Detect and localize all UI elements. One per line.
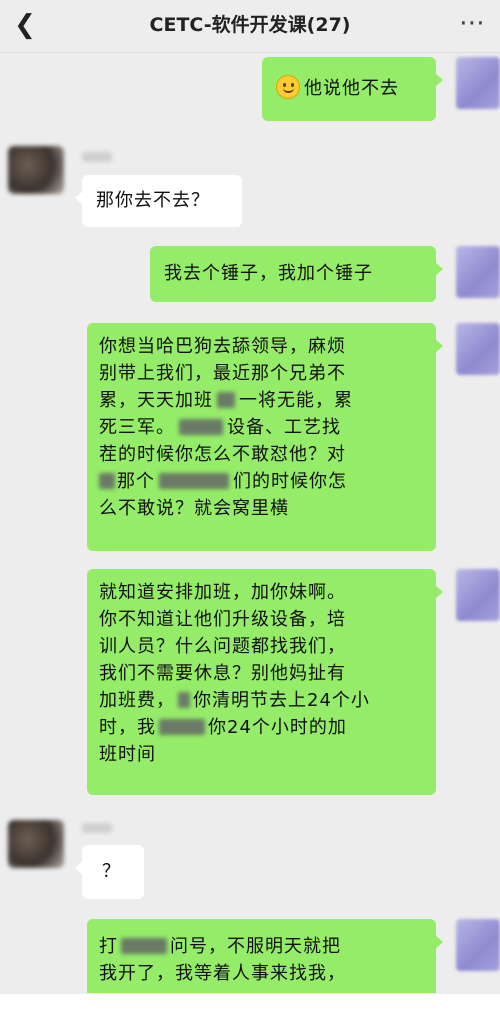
message-line: 那个 们的时候你怎	[99, 468, 428, 495]
message-line: 我开了，我等着人事来找我，	[99, 963, 346, 984]
more-dots-icon[interactable]: ⋯	[459, 8, 486, 38]
message-line: 加班费， 你清明节去上24个小	[99, 690, 370, 711]
message-line: 就知道安排加班，加你妹啊。	[99, 582, 346, 603]
message-line: 累，天天加班 一将无能，累	[99, 390, 353, 411]
message-bubble-outgoing[interactable]: 打问号，不服明天就把 我开了，我等着人事来找我，	[87, 919, 443, 993]
censored-text	[99, 473, 115, 489]
message-bubble-outgoing[interactable]: 你想当哈巴狗去舔领导，麻烦 别带上我们，最近那个兄弟不 累，天天加班 一将无能，累…	[87, 323, 443, 551]
message-line: 死三军。 设备、工艺找	[99, 417, 341, 438]
message-bubble-outgoing[interactable]: 就知道安排加班，加你妹啊。 你不知道让他们升级设备，培 训人员？什么问题都找我们…	[87, 569, 443, 795]
avatar[interactable]	[456, 919, 500, 971]
avatar[interactable]	[8, 146, 64, 194]
message-text: 他说他不去	[304, 78, 399, 99]
censored-text	[217, 392, 235, 408]
message-bubble-incoming[interactable]: 那你去不去？	[75, 175, 242, 227]
message-line: 你不知道让他们升级设备，培	[99, 609, 346, 630]
message-line: 时，我 你24个小时的加	[99, 717, 347, 738]
avatar[interactable]	[8, 820, 64, 868]
message-bubble-outgoing[interactable]: 我去个锤子，我加个锤子	[150, 246, 443, 302]
censored-text	[121, 938, 167, 954]
chevron-left-icon[interactable]: ❮	[10, 10, 40, 40]
sender-name	[82, 152, 112, 162]
message-line: 么不敢说？就会窝里横	[99, 498, 289, 519]
sender-name	[82, 823, 112, 833]
input-bar[interactable]	[0, 994, 500, 1015]
message-text: ？	[102, 861, 121, 882]
chat-title: CETC-软件开发课(27)	[149, 14, 351, 36]
censored-text	[159, 473, 229, 489]
avatar[interactable]	[456, 246, 500, 298]
message-line: 别带上我们，最近那个兄弟不	[99, 363, 346, 384]
avatar[interactable]	[456, 57, 500, 109]
message-line: 打问号，不服明天就把	[99, 936, 341, 957]
smiley-emoji-icon	[276, 75, 300, 99]
message-text: 那你去不去？	[96, 190, 210, 211]
message-bubble-incoming[interactable]: ？	[75, 845, 144, 899]
message-line: 我们不需要休息？别他妈扯有	[99, 663, 346, 684]
message-bubble-outgoing[interactable]: 他说他不去	[262, 57, 443, 121]
avatar[interactable]	[456, 323, 500, 375]
message-text: 我去个锤子，我加个锤子	[164, 263, 373, 284]
censored-text	[179, 419, 223, 435]
message-line: 班时间	[99, 744, 156, 765]
message-list[interactable]: 他说他不去 那你去不去？ 我去个锤子，我加个锤子 你想当哈巴狗去舔领导，麻烦 别…	[0, 53, 500, 993]
censored-text	[159, 719, 205, 735]
avatar[interactable]	[456, 569, 500, 621]
message-line: 茬的时候你怎么不敢怼他？对	[99, 444, 346, 465]
message-line: 训人员？什么问题都找我们，	[99, 636, 346, 657]
message-line: 你想当哈巴狗去舔领导，麻烦	[99, 336, 346, 357]
chat-header: ❮ CETC-软件开发课(27) ⋯	[0, 0, 500, 53]
censored-text	[178, 692, 190, 708]
